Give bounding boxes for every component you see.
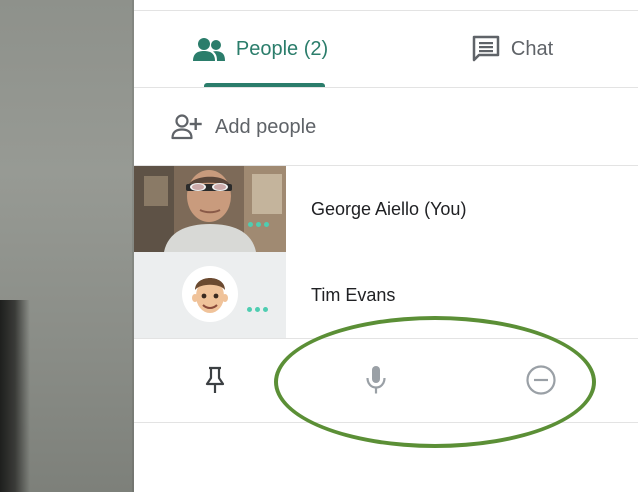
tab-chat[interactable]: Chat: [386, 11, 638, 87]
pin-button[interactable]: [193, 358, 237, 402]
remove-participant-button[interactable]: [519, 358, 563, 402]
microphone-icon: [366, 366, 386, 394]
participant-controls: [134, 338, 638, 422]
participant-row[interactable]: Tim Evans: [134, 252, 638, 338]
participant-name: George Aiello (You): [311, 198, 467, 219]
participant-options-icon[interactable]: [248, 222, 269, 227]
people-icon: [192, 38, 225, 61]
participant-name: Tim Evans: [311, 284, 396, 305]
pin-icon: [205, 366, 225, 393]
add-person-icon: [171, 114, 202, 140]
video-shadow: [0, 300, 30, 492]
tab-people[interactable]: People (2): [134, 11, 386, 87]
participant-row[interactable]: George Aiello (You): [134, 166, 638, 252]
participant-options-icon[interactable]: [247, 307, 268, 312]
participant-avatar-tile: [134, 252, 286, 338]
panel-tabs: People (2) Chat: [134, 11, 638, 87]
mute-button[interactable]: [354, 358, 398, 402]
people-panel: People (2) Chat Add people George Aiello…: [134, 0, 638, 492]
tab-people-label: People (2): [235, 37, 329, 60]
main-video-feed: [0, 0, 134, 492]
participant-video-thumbnail: [134, 166, 286, 252]
add-people-button[interactable]: Add people: [171, 107, 316, 147]
add-people-label: Add people: [215, 115, 317, 138]
avatar: [182, 266, 238, 322]
chat-icon: [472, 35, 500, 62]
remove-icon: [526, 365, 556, 395]
tab-chat-label: Chat: [510, 37, 554, 60]
